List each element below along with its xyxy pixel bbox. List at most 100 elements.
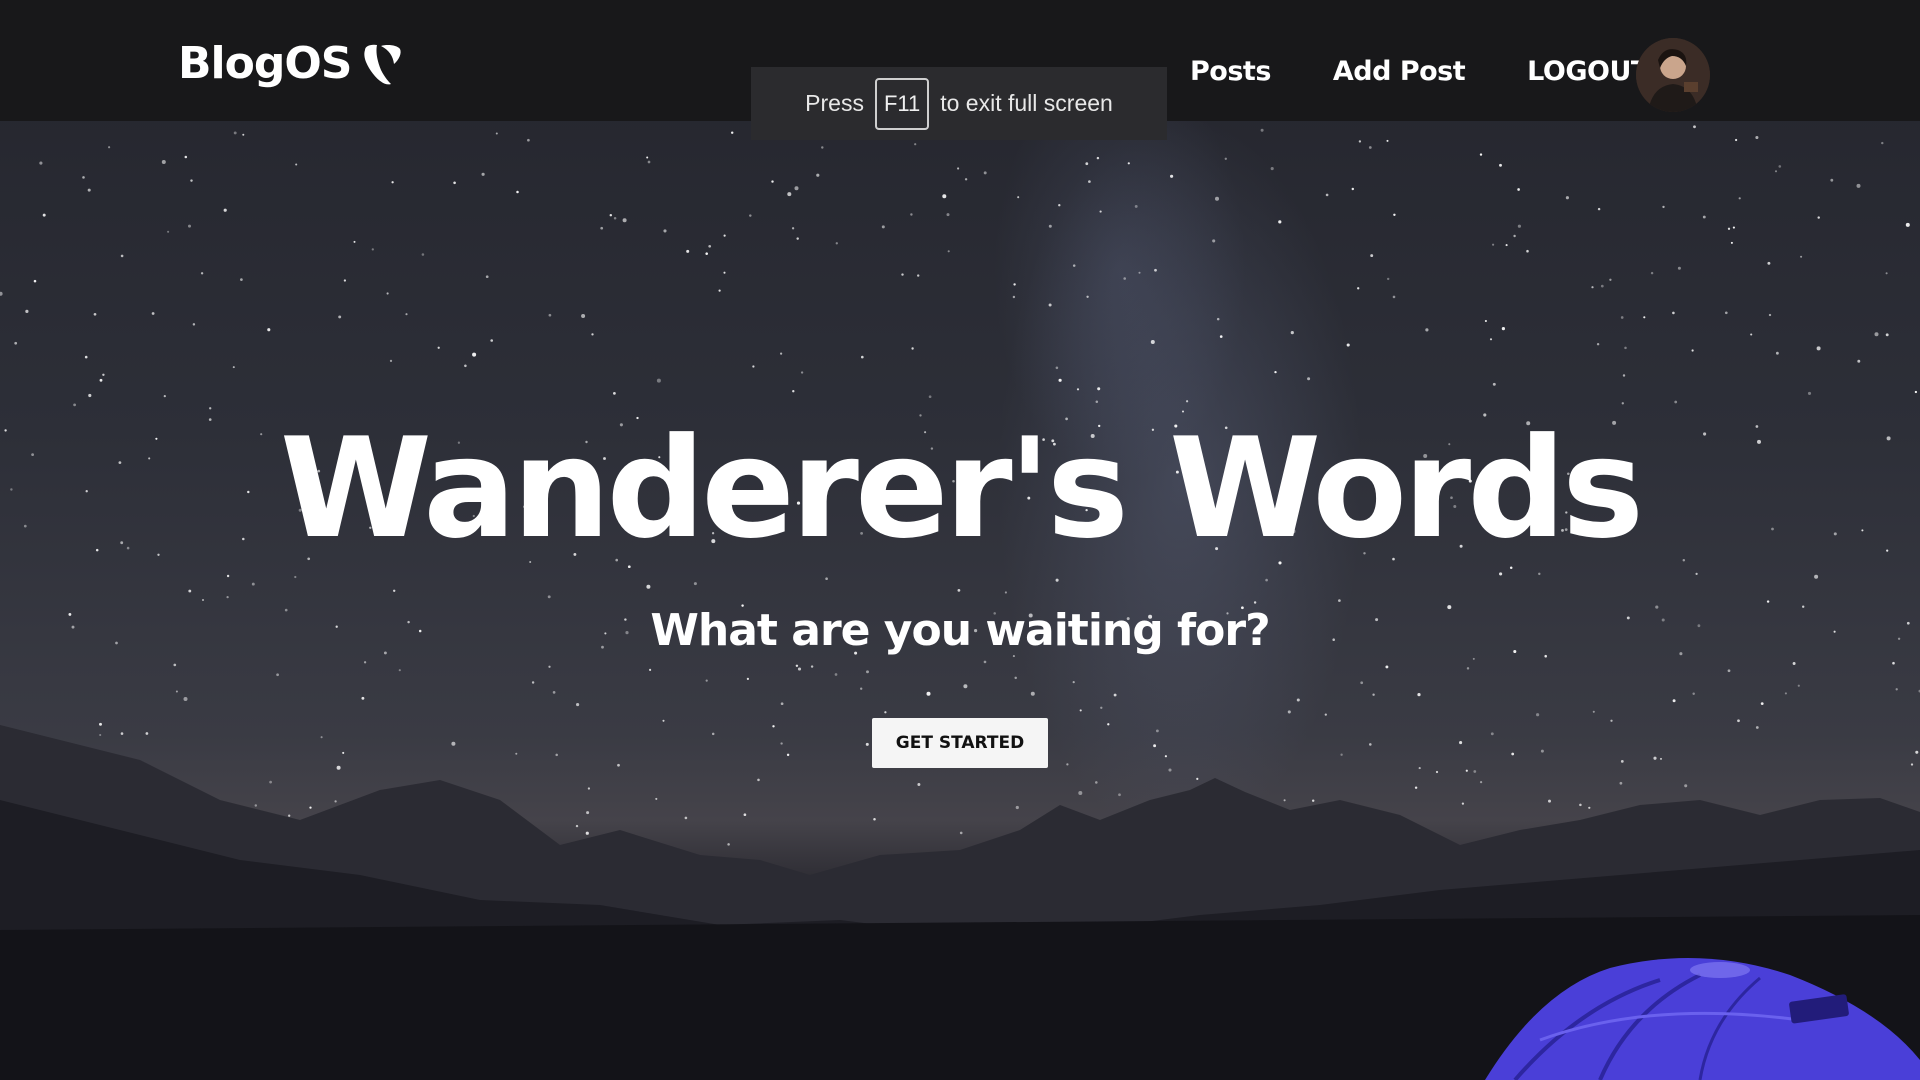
star [1620,760,1624,763]
star [1185,400,1189,403]
star [233,131,237,135]
star [1565,196,1569,200]
f11-key-badge: F11 [874,77,930,130]
star [693,582,697,586]
star [771,180,774,183]
star [1078,791,1083,795]
star [1816,346,1821,351]
star [120,254,124,258]
star [531,681,535,684]
star [1219,335,1223,338]
star [1774,170,1778,173]
star [959,831,963,835]
star [1540,749,1544,753]
star [1484,319,1487,323]
nav-add-post-link[interactable]: Add Post [1333,56,1466,87]
user-avatar[interactable] [1636,38,1710,112]
star [1674,400,1678,404]
star [371,248,374,251]
star [1287,710,1291,714]
star [453,181,456,185]
star [1134,204,1138,208]
star [232,366,235,369]
star [581,314,586,318]
star [1910,763,1914,766]
star [860,687,863,690]
star [226,595,229,599]
star [1340,753,1343,756]
fullscreen-notice-prefix: Press [805,90,864,116]
star [209,407,212,410]
star [1283,799,1286,802]
star [873,817,876,821]
star [1517,188,1520,191]
star [108,146,111,149]
star [1097,387,1101,391]
star [1099,210,1102,213]
star [649,668,652,671]
star [1216,317,1220,321]
brand-link[interactable]: BlogOS [178,38,403,89]
star [552,691,556,694]
star [99,722,102,726]
star [795,664,799,668]
star [39,161,43,165]
star [120,732,124,735]
star [389,359,393,363]
star [472,352,477,357]
star [1643,316,1646,319]
star [647,160,651,164]
star [928,395,932,399]
nav-logout-link[interactable]: LOGOUT [1527,56,1649,87]
star [200,272,204,275]
star [361,696,365,700]
star [957,589,961,592]
star [1015,805,1019,810]
star [1684,784,1688,788]
star [586,811,590,815]
star [1621,402,1624,405]
star [942,194,947,199]
star [1290,331,1294,335]
get-started-button[interactable]: GET STARTED [872,718,1048,768]
star [646,156,649,159]
star [88,393,92,398]
star [1489,338,1493,341]
star [609,213,613,217]
star [1048,303,1052,307]
star [338,315,342,319]
star [188,589,192,593]
star [1351,187,1355,191]
star [1466,667,1470,670]
star [1459,741,1463,745]
star [1079,709,1082,712]
star [1058,204,1061,207]
star [25,309,29,313]
star [1113,693,1117,697]
star [1461,802,1465,805]
star [1727,669,1731,673]
star [276,673,279,677]
star [1755,726,1759,729]
star [772,725,775,728]
star [99,733,102,737]
star [727,843,730,846]
star [914,143,917,146]
star [926,691,931,696]
star [451,741,456,746]
star [1012,295,1016,299]
star [810,665,814,668]
star [1224,157,1227,160]
star [1914,390,1918,394]
star [884,711,887,714]
star [1307,377,1311,381]
star [1076,388,1080,391]
star [1874,332,1879,337]
star [1418,767,1421,770]
star [757,778,760,782]
star [723,234,726,237]
star [201,598,205,602]
nav-posts-link[interactable]: Posts [1190,56,1271,87]
star [780,742,783,745]
star [99,378,103,382]
